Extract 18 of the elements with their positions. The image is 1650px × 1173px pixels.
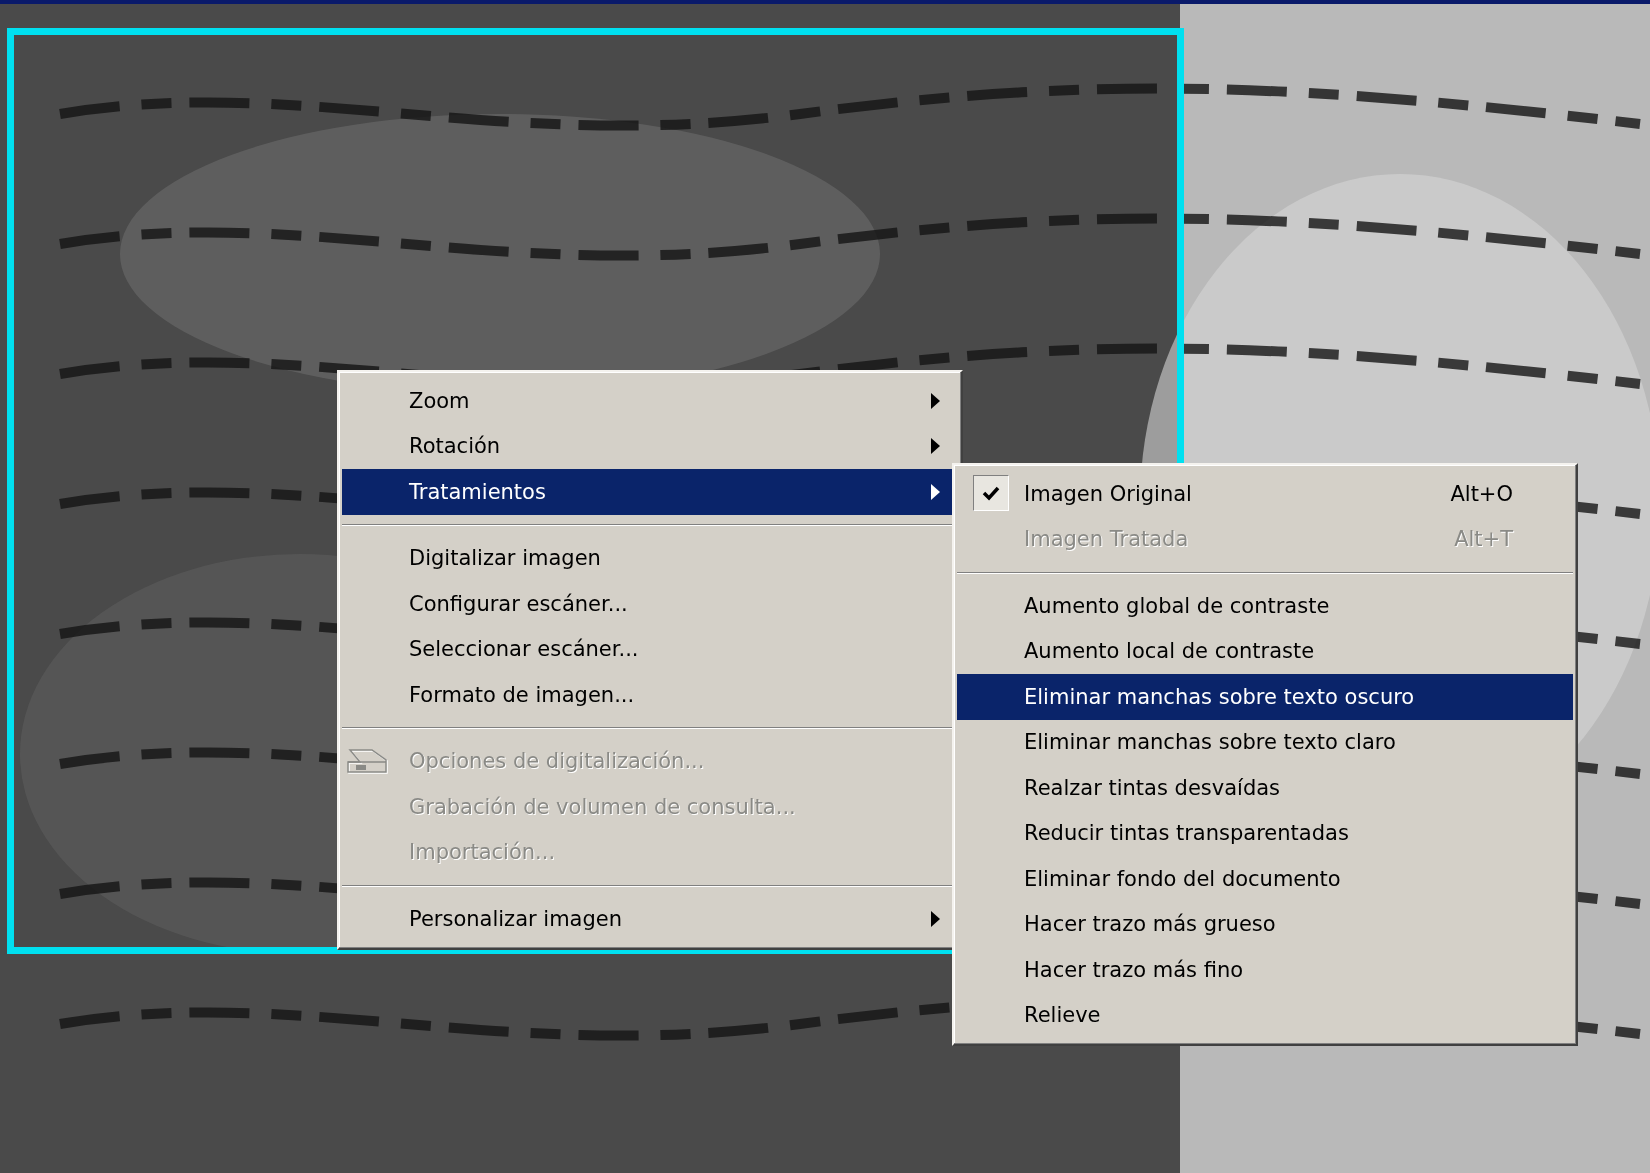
submenu-arrow-icon	[931, 438, 940, 455]
menu-item[interactable]: Imagen Original Alt+O	[957, 471, 1573, 517]
menu-item[interactable]: Rotación	[342, 423, 958, 469]
menu-item[interactable]: Zoom	[342, 378, 958, 424]
menu-item[interactable]: Aumento global de contraste	[957, 583, 1573, 629]
menu-item[interactable]: Eliminar fondo del documento	[957, 856, 1573, 902]
menu-item[interactable]: Reducir tintas transparentadas	[957, 810, 1573, 856]
submenu-arrow-icon	[931, 910, 940, 927]
scanner-icon	[346, 747, 390, 776]
submenu-arrow-icon	[931, 392, 940, 409]
submenu-arrow-icon	[931, 483, 940, 500]
menu-item[interactable]: Eliminar manchas sobre texto oscuro	[957, 674, 1573, 720]
menu-item[interactable]: Hacer trazo más fino	[957, 947, 1573, 993]
menu-item[interactable]: Aumento local de contraste	[957, 628, 1573, 674]
menu-item[interactable]: Realzar tintas desvaídas	[957, 765, 1573, 811]
menu-item[interactable]: Relieve	[957, 992, 1573, 1038]
menu-item[interactable]: Hacer trazo más grueso	[957, 901, 1573, 947]
menu-item[interactable]: Eliminar manchas sobre texto claro	[957, 719, 1573, 765]
